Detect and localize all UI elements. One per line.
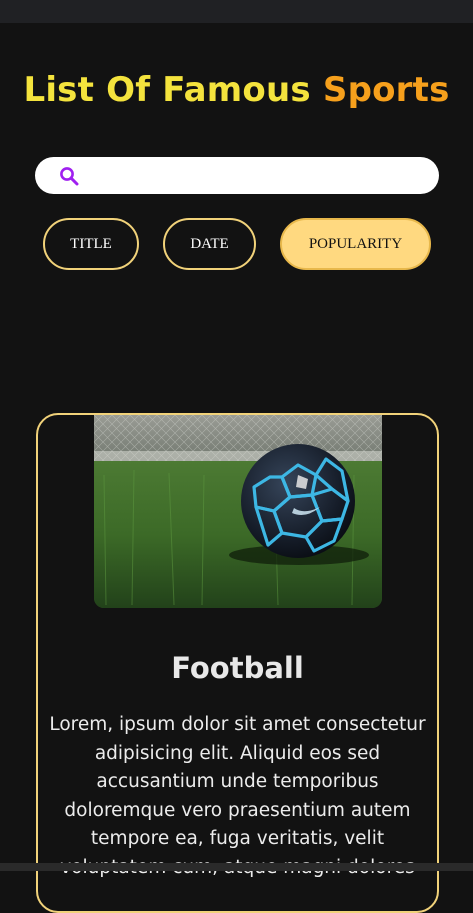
sort-popularity-button[interactable]: POPULARITY [280,218,431,270]
search-input[interactable] [88,159,425,192]
search-icon[interactable] [58,165,80,187]
card-description: Lorem, ipsum dolor sit amet consectetur … [49,714,426,878]
sort-title-button[interactable]: TITLE [43,218,139,270]
sort-date-button[interactable]: DATE [163,218,256,270]
page-title-part-b: Sports [322,70,450,110]
card-image-soccer-ball [94,415,382,608]
sport-card: Football Lorem, ipsum dolor sit amet con… [36,413,439,913]
search-bar[interactable] [35,157,439,194]
page-title: List Of Famous Sports [0,70,473,110]
browser-bottom-bar [0,863,473,871]
browser-top-bar [0,0,473,23]
page-title-part-a: List Of Famous [23,70,311,110]
card-title: Football [171,651,304,685]
